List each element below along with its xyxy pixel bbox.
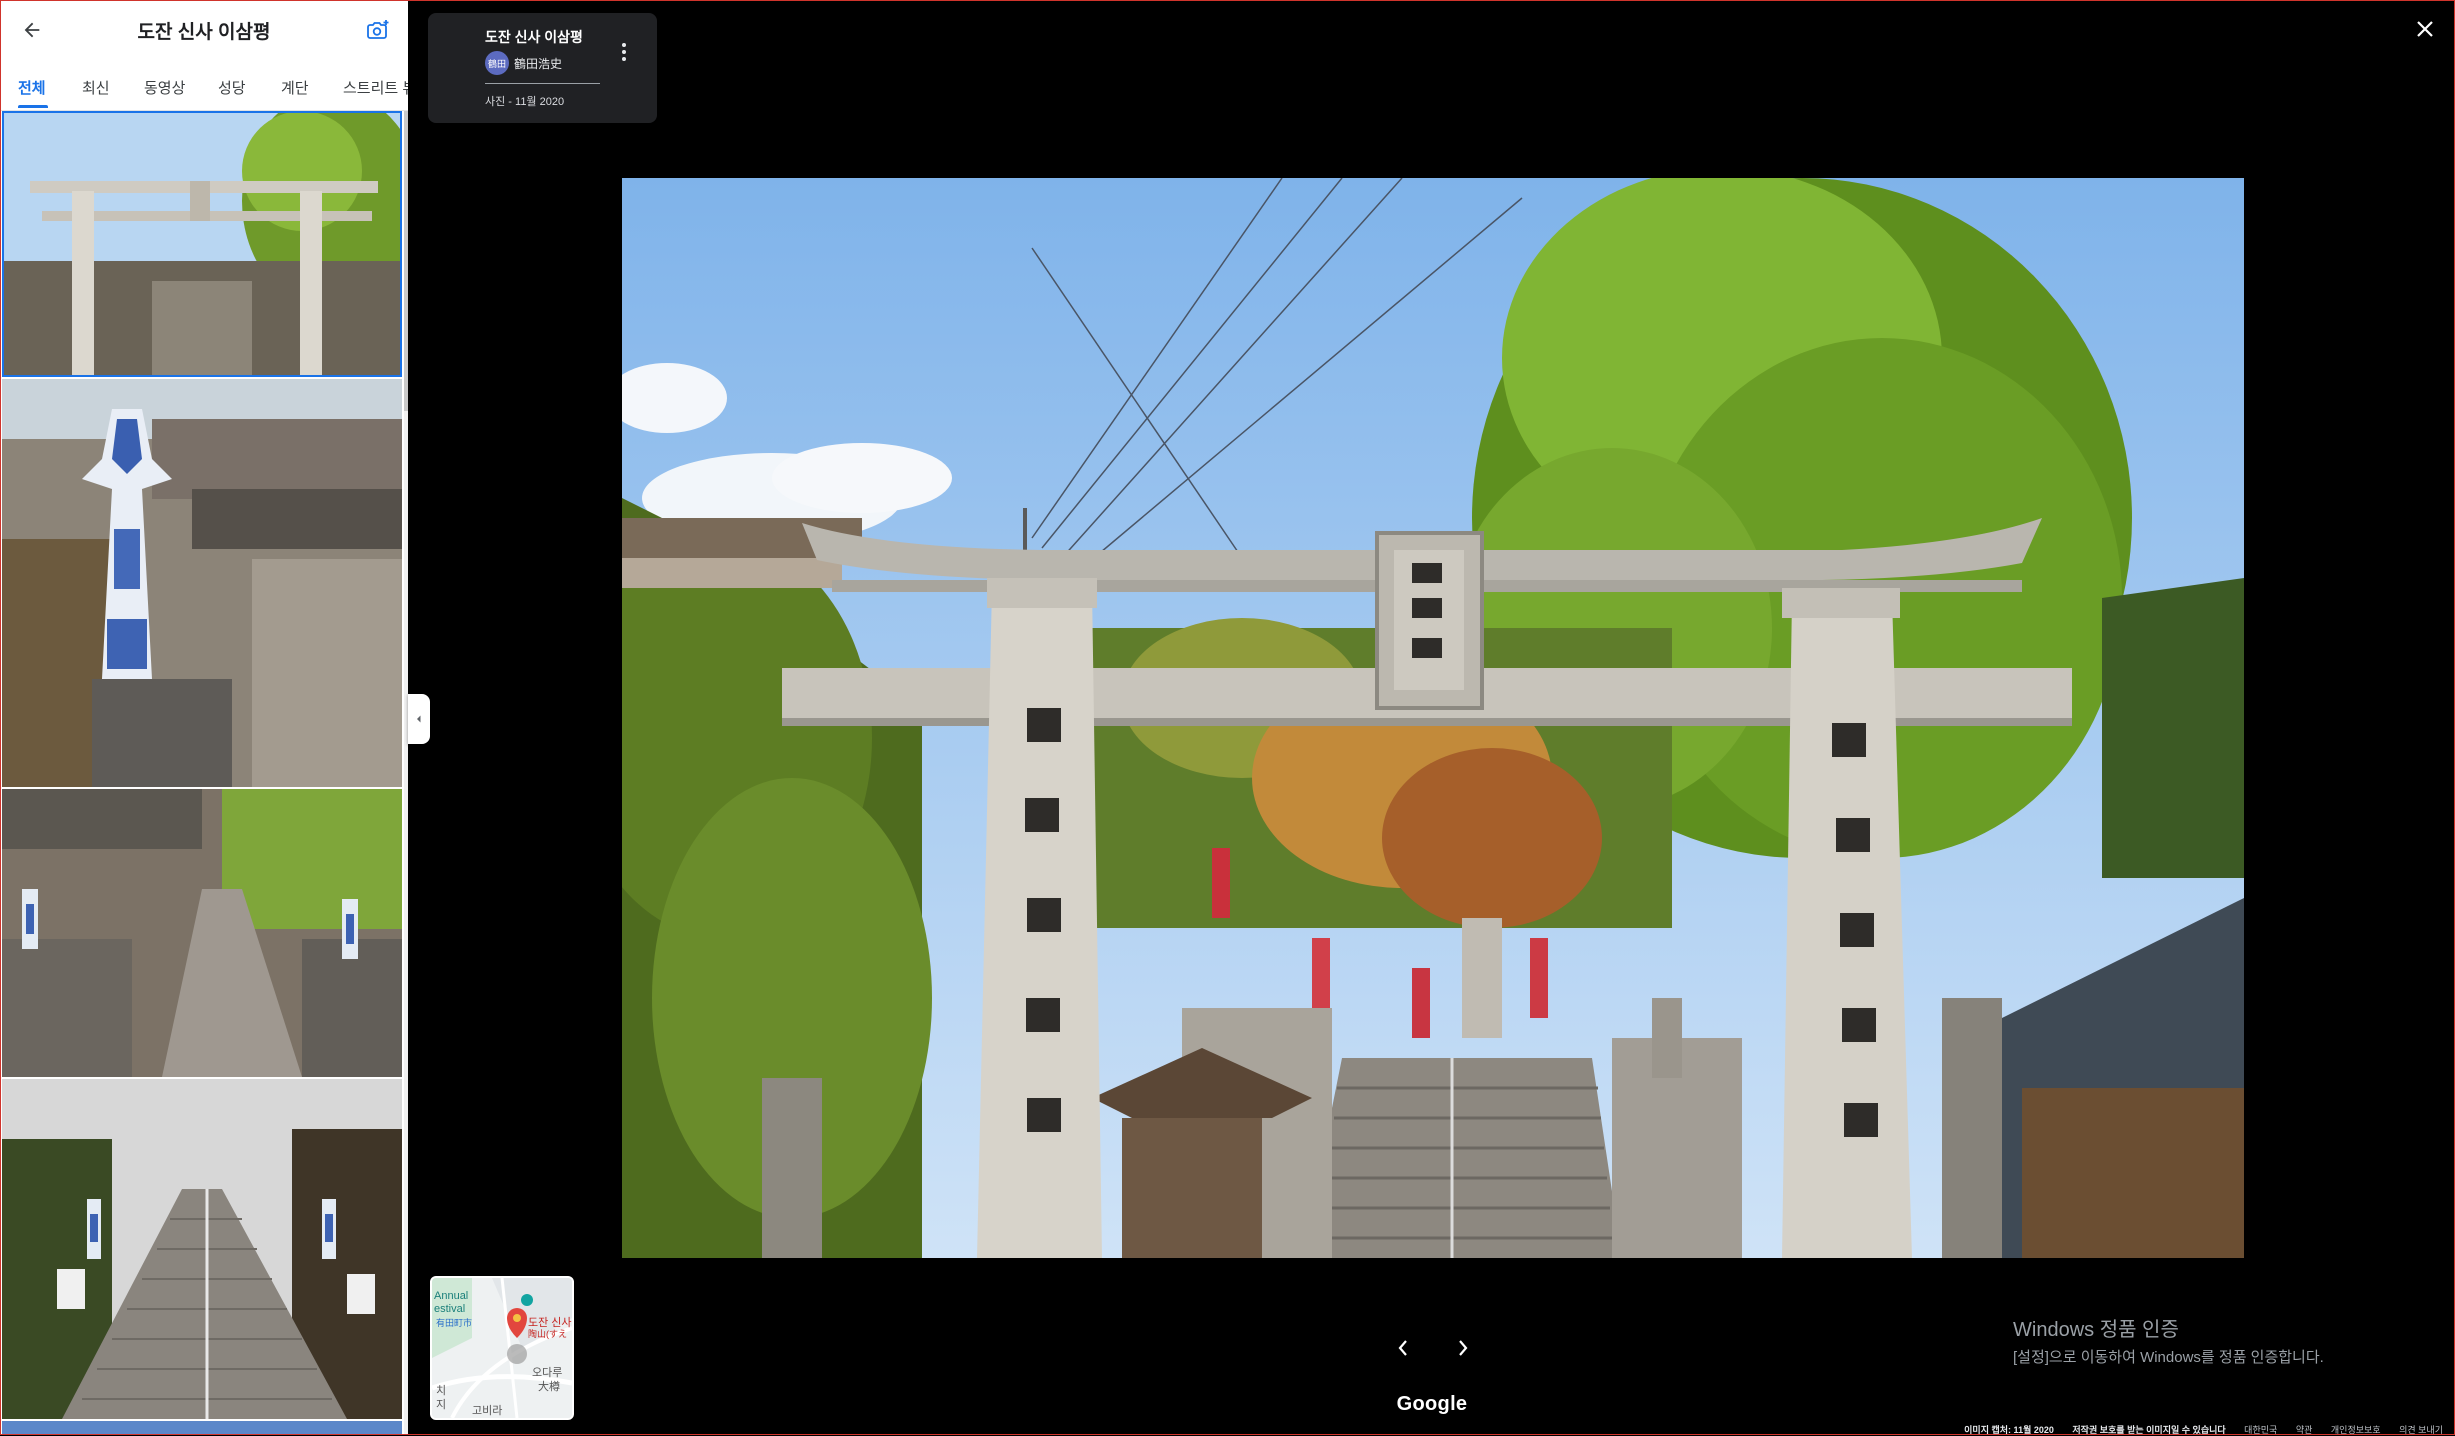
photo-date: 사진 - 11월 2020 — [485, 96, 565, 108]
footer-feedback[interactable]: 의견 보내기 — [2399, 1425, 2443, 1435]
photo-category-tabs: 전체 최신 동영상 성당 계단 스트리트 뷰 — [0, 66, 408, 111]
tab-latest[interactable]: 최신 — [82, 77, 110, 98]
collapse-panel-button[interactable] — [408, 694, 430, 744]
close-button[interactable] — [2410, 14, 2440, 44]
footer-links: 이미지 캡처: 11월 2020 저작권 보호를 받는 이미지일 수 있습니다 … — [1948, 1423, 2443, 1436]
chevron-left-icon — [1398, 1340, 1407, 1356]
tab-street-view[interactable]: 스트리트 뷰 — [343, 77, 408, 98]
map-label-festival-2: estival — [434, 1303, 466, 1315]
author-avatar[interactable]: 鶴田 — [485, 51, 509, 75]
map-label-odaru-2: 大樽 — [538, 1381, 560, 1393]
footer-capture-date: 이미지 캡처: 11월 2020 — [1964, 1425, 2054, 1435]
panel-title: 도잔 신사 이삼평 — [137, 22, 271, 43]
watermark-line-2: [설정]으로 이동하여 Windows를 정품 인증합니다. — [2013, 1349, 2324, 1366]
google-logo: Google — [1396, 1393, 1468, 1415]
map-pin-label-2: 陶山(すえ — [528, 1329, 567, 1339]
tab-all[interactable]: 전체 — [18, 77, 46, 98]
footer-terms[interactable]: 약관 — [2296, 1425, 2313, 1435]
place-name[interactable]: 도잔 신사 이삼평 — [485, 27, 583, 47]
main-photo[interactable] — [622, 178, 2244, 1258]
footer-country[interactable]: 대한민국 — [2244, 1425, 2277, 1435]
tab-videos[interactable]: 동영상 — [144, 77, 185, 98]
panel-scrollbar-thumb[interactable] — [404, 111, 408, 411]
next-photo-button[interactable] — [1448, 1333, 1478, 1363]
info-divider — [485, 83, 600, 84]
previous-photo-button[interactable] — [1388, 1333, 1418, 1363]
photo-thumbnail[interactable] — [2, 379, 402, 787]
map-label-city: 有田町市 — [436, 1318, 473, 1328]
photo-thumbnail[interactable] — [2, 111, 402, 377]
mini-map[interactable]: Annual estival 有田町市 도잔 신사 陶山(すえ 오다루 大樽 치… — [430, 1276, 574, 1420]
photo-thumbnail[interactable] — [2, 1079, 402, 1419]
more-options-button[interactable] — [616, 37, 632, 67]
map-label-left2: 지 — [436, 1399, 447, 1411]
tab-stairs[interactable]: 계단 — [281, 77, 309, 98]
close-icon — [2417, 21, 2433, 37]
photo-thumbnail-list — [0, 111, 404, 1435]
watermark-line-1: Windows 정품 인증 — [2013, 1319, 2179, 1341]
map-label-bottom: 고비라 — [472, 1405, 503, 1417]
camera-add-icon — [367, 20, 389, 39]
footer-privacy[interactable]: 개인정보보호 — [2331, 1425, 2381, 1435]
photo-panel: 도잔 신사 이삼평 전체 최신 동영상 성당 계단 스트리트 뷰 — [0, 0, 408, 1435]
photo-thumbnail[interactable] — [2, 1421, 402, 1435]
more-vertical-icon — [622, 43, 626, 61]
windows-activation-watermark: Windows 정품 인증 [설정]으로 이동하여 Windows를 정품 인증… — [2013, 1313, 2324, 1367]
photo-info-card: 도잔 신사 이삼평 鶴田 鶴田浩史 사진 - 11월 2020 — [428, 13, 657, 123]
chevron-right-icon — [1459, 1340, 1468, 1356]
tab-cathedral[interactable]: 성당 — [218, 77, 246, 98]
add-photo-button[interactable] — [360, 14, 396, 46]
panel-header: 도잔 신사 이삼평 — [0, 0, 408, 60]
footer-copyright[interactable]: 저작권 보호를 받는 이미지일 수 있습니다 — [2072, 1425, 2225, 1435]
chevron-left-icon — [417, 715, 421, 723]
map-label-festival-1: Annual — [434, 1290, 469, 1302]
photo-thumbnail[interactable] — [2, 789, 402, 1077]
active-tab-indicator — [18, 105, 48, 108]
author-name[interactable]: 鶴田浩史 — [514, 55, 562, 72]
